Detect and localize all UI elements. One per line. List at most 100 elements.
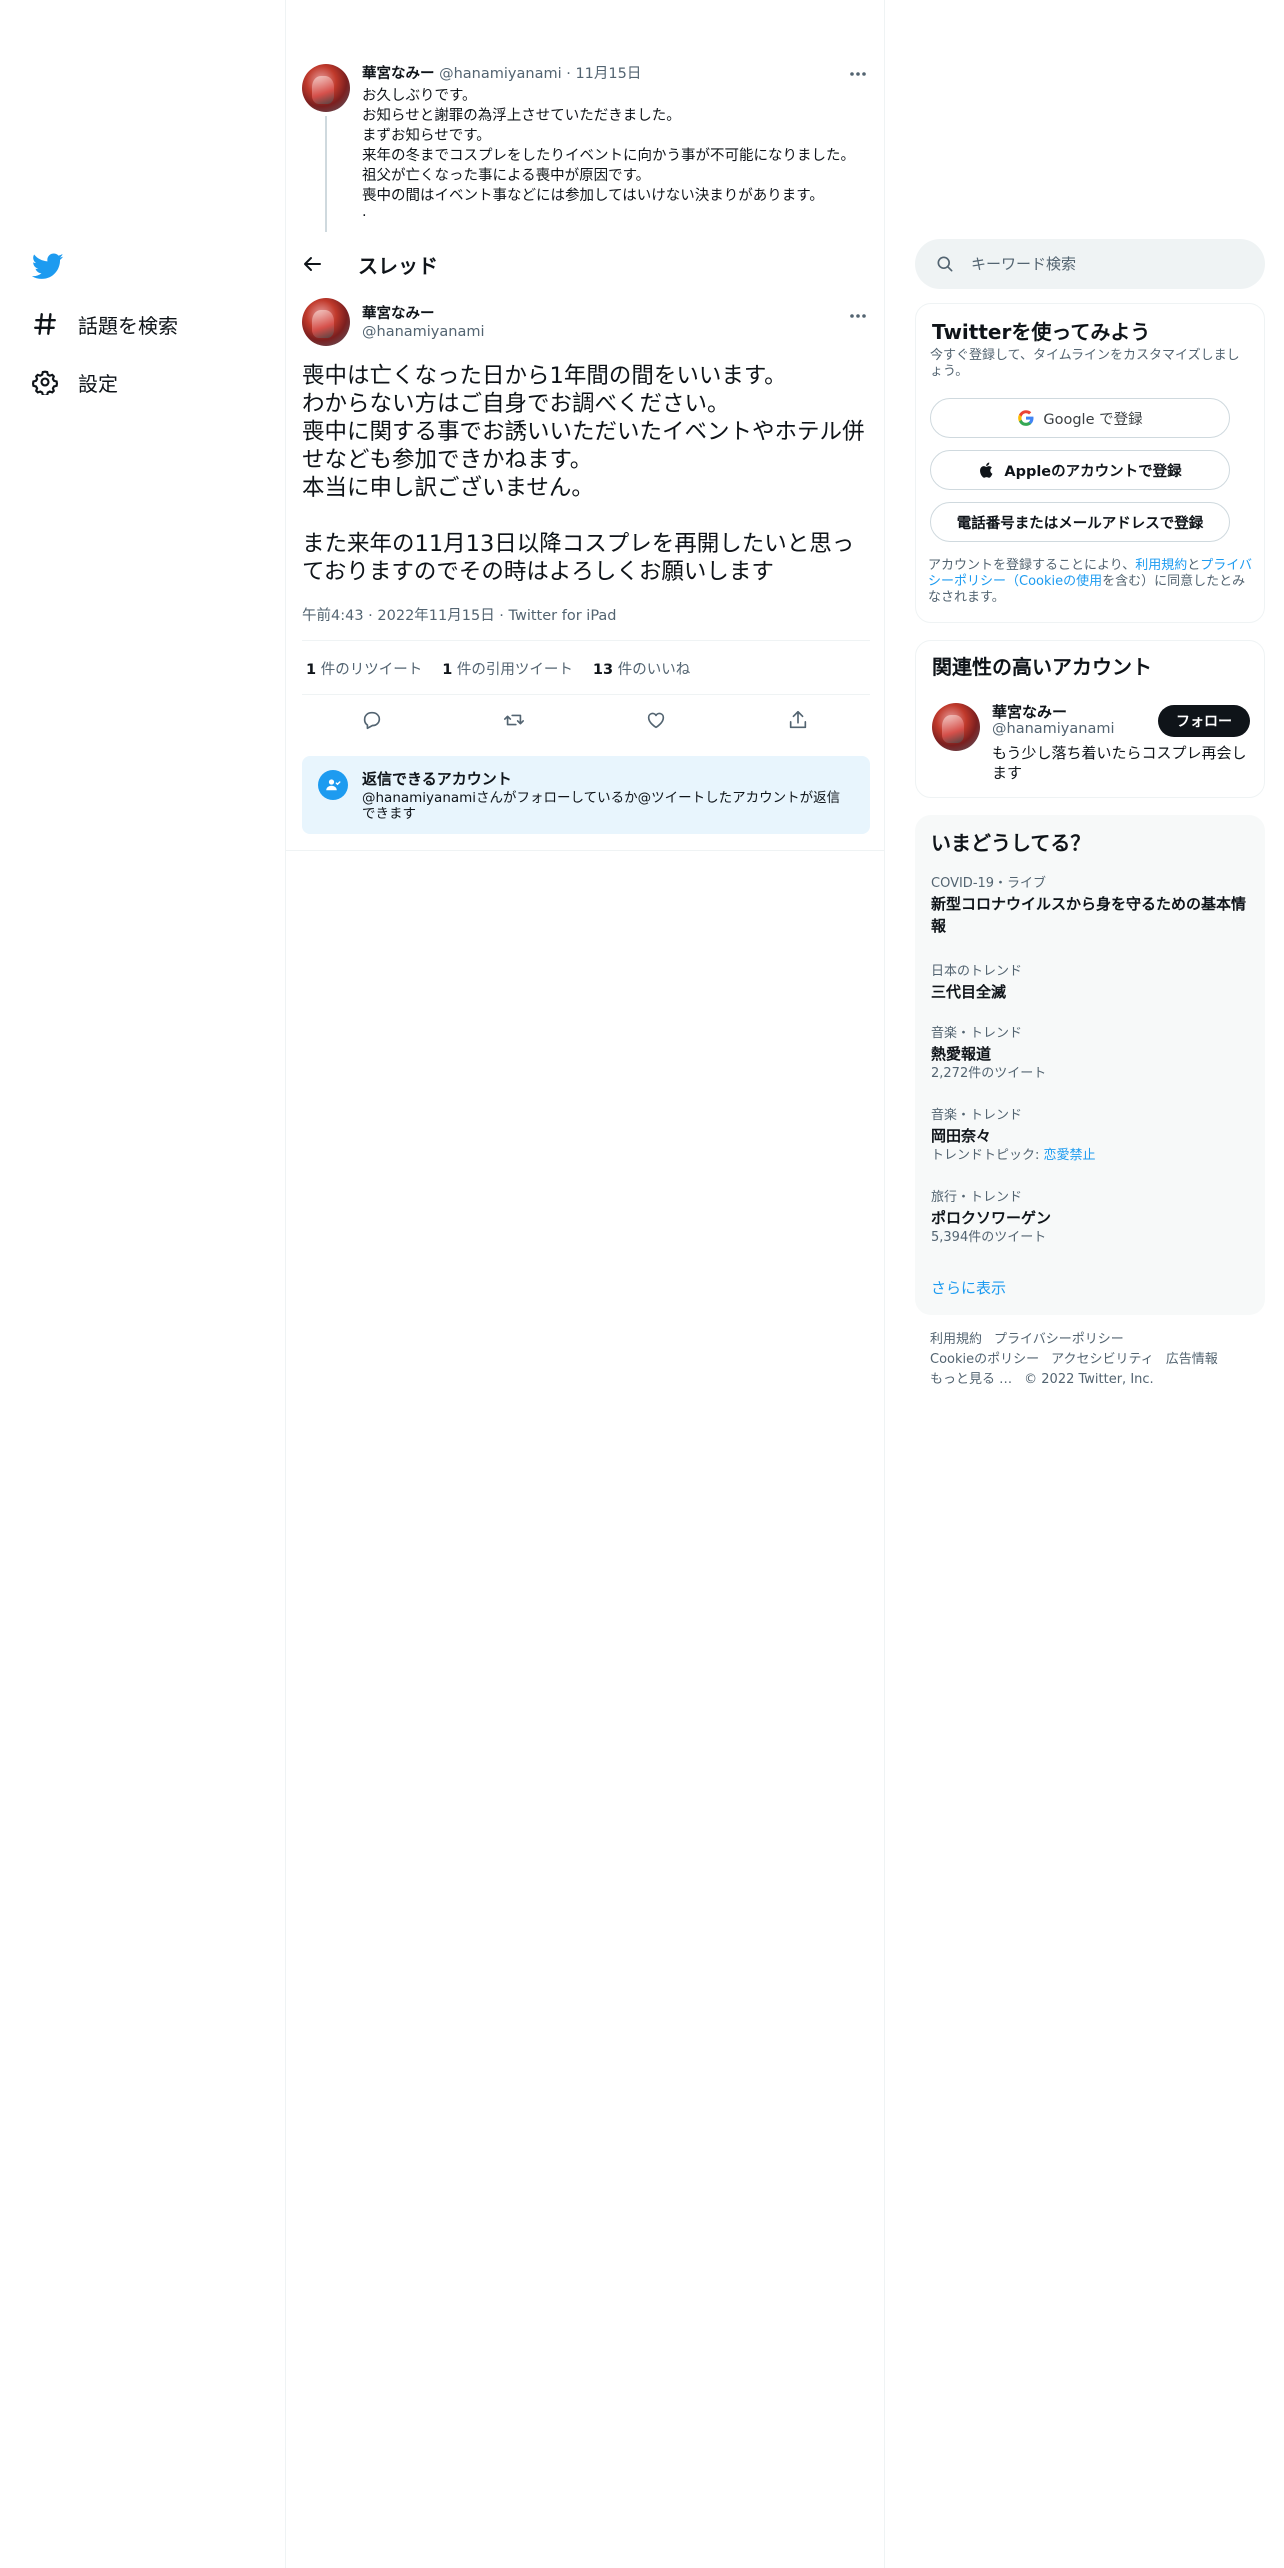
page-title: スレッド <box>358 254 438 278</box>
related-account-bio: もう少し落ち着いたらコスプレ再会します <box>992 744 1247 782</box>
separator: · <box>494 608 509 624</box>
trend-title: ポロクソワーゲン <box>931 1209 1052 1227</box>
search-input[interactable] <box>971 239 1251 289</box>
tweet-meta: 午前4:43 · 2022年11月15日 · Twitter for iPad <box>302 604 617 625</box>
trend-count: 5,394件のツイート <box>931 1230 1047 1245</box>
trend-item[interactable]: 音楽・トレンド 岡田奈々 トレンドトピック: 恋愛禁止 <box>931 1107 1251 1165</box>
trend-title: 岡田奈々 <box>931 1127 992 1145</box>
trend-topic: トレンドトピック: 恋愛禁止 <box>931 1148 1096 1163</box>
phone-email-signup-label: 電話番号またはメールアドレスで登録 <box>956 515 1204 532</box>
footer: 利用規約 プライバシーポリシー Cookieのポリシー アクセシビリティ 広告情報 も… <box>930 1330 1250 1390</box>
trend-context: 音楽・トレンド <box>931 1026 1023 1041</box>
tweet-date[interactable]: 2022年11月15日 <box>377 608 494 624</box>
more-options-icon[interactable] <box>848 66 868 82</box>
signup-title: Twitterを使ってみよう <box>932 320 1151 344</box>
footer-more-link[interactable]: もっと見る … <box>930 1372 1012 1387</box>
follow-button[interactable]: フォロー <box>1158 705 1250 737</box>
twitter-logo-icon[interactable] <box>31 250 64 282</box>
tweet-date[interactable]: 11月15日 <box>575 66 641 82</box>
reply-icon <box>363 711 381 730</box>
apple-signup-button[interactable]: Appleのアカウントで登録 <box>930 450 1230 490</box>
footer-privacy-link[interactable]: プライバシーポリシー <box>994 1332 1124 1347</box>
author-handle[interactable]: @hanamiyanami <box>439 66 562 82</box>
heart-icon <box>647 712 665 729</box>
author-handle[interactable]: @hanamiyanami <box>362 324 485 340</box>
reply-button[interactable] <box>358 706 386 734</box>
separator: · <box>561 66 576 82</box>
related-accounts-panel: 関連性の高いアカウント 華宮なみー @hanamiyanami フォロー もう少… <box>915 640 1265 798</box>
avatar[interactable] <box>932 703 980 751</box>
related-account-name[interactable]: 華宮なみー <box>992 701 1067 722</box>
trend-item[interactable]: COVID-19・ライブ 新型コロナウイルスから身を守るための基本情報 <box>931 875 1251 937</box>
google-signup-button[interactable]: Google で登録 <box>930 398 1230 438</box>
trend-item[interactable]: 音楽・トレンド 熱愛報道 2,272件のツイート <box>931 1025 1251 1083</box>
divider <box>286 850 884 851</box>
author-name[interactable]: 華宮なみー <box>362 302 435 323</box>
terms-link[interactable]: 利用規約 <box>1135 558 1187 573</box>
apple-signup-label: Appleのアカウントで登録 <box>1004 463 1182 480</box>
trends-panel: いまどうしてる？ COVID-19・ライブ 新型コロナウイルスから身を守るための… <box>915 815 1265 1315</box>
trend-context: 旅行・トレンド <box>931 1190 1023 1205</box>
google-signup-label: Google で登録 <box>1043 411 1143 428</box>
trend-title: 三代目全滅 <box>931 983 1007 1001</box>
phone-email-signup-button[interactable]: 電話番号またはメールアドレスで登録 <box>930 502 1230 542</box>
trend-title: 新型コロナウイルスから身を守るための基本情報 <box>931 895 1247 935</box>
more-options-icon[interactable] <box>848 308 868 324</box>
trend-topic-link[interactable]: 恋愛禁止 <box>1044 1148 1096 1163</box>
tweet-text: お久しぶりです。 お知らせと謝罪の為浮上させていただきました。 まずお知らせです… <box>362 88 855 224</box>
trend-title: 熱愛報道 <box>931 1045 992 1063</box>
retweets-stat[interactable]: 1 件のリツイート <box>306 658 422 679</box>
nav-explore-label: 話題を検索 <box>78 313 178 338</box>
avatar[interactable] <box>302 298 350 346</box>
reply-notice-title: 返信できるアカウント <box>362 770 512 788</box>
reply-notice-description: @hanamiyanamiさんがフォローしているか@ツイートしたアカウントが返信… <box>362 790 841 822</box>
tweet-source: Twitter for iPad <box>508 608 617 624</box>
related-account-handle[interactable]: @hanamiyanami <box>992 721 1115 737</box>
trend-context: COVID-19・ライブ <box>931 876 1047 891</box>
share-icon <box>789 710 807 729</box>
trend-context: 音楽・トレンド <box>931 1108 1023 1123</box>
footer-terms-link[interactable]: 利用規約 <box>930 1332 982 1347</box>
retweet-button[interactable] <box>500 706 528 734</box>
google-icon <box>1018 410 1034 426</box>
divider <box>302 640 870 641</box>
signup-terms: アカウントを登録することにより、利用規約とプライバシーポリシー（Cookieの使… <box>928 558 1253 605</box>
show-more-link[interactable]: さらに表示 <box>931 1277 1006 1298</box>
tweet-actions <box>302 702 870 738</box>
footer-accessibility-link[interactable]: アクセシビリティ <box>1051 1352 1154 1367</box>
gear-icon <box>32 370 58 395</box>
thread-header: スレッド <box>286 240 884 288</box>
parent-tweet[interactable]: 華宮なみー @hanamiyanami · 11月15日 お久しぶりです。 お知… <box>302 62 872 232</box>
nav-explore[interactable]: 話題を検索 <box>32 304 178 344</box>
signup-subtitle: 今すぐ登録して、タイムラインをカスタマイズしましょう。 <box>930 348 1240 379</box>
hashtag-icon <box>34 313 56 335</box>
tweet-stats: 1 件のリツイート 1 件の引用ツイート 13 件のいいね <box>306 658 690 679</box>
footer-cookie-link[interactable]: Cookieのポリシー <box>930 1352 1039 1367</box>
author-name[interactable]: 華宮なみー <box>362 66 435 82</box>
likes-stat[interactable]: 13 件のいいね <box>593 658 690 679</box>
tweet-time[interactable]: 午前4:43 <box>302 608 364 624</box>
share-button[interactable] <box>784 706 812 734</box>
trend-item[interactable]: 日本のトレンド 三代目全滅 <box>931 963 1251 1003</box>
footer-ads-link[interactable]: 広告情報 <box>1166 1352 1218 1367</box>
footer-copyright: © 2022 Twitter, Inc. <box>1024 1372 1154 1387</box>
apple-icon <box>980 462 993 478</box>
quotes-stat[interactable]: 1 件の引用ツイート <box>442 658 573 679</box>
cookie-link[interactable]: Cookieの使用 <box>1019 574 1102 589</box>
nav-settings[interactable]: 設定 <box>32 362 118 402</box>
trend-count: 2,272件のツイート <box>931 1066 1047 1081</box>
like-button[interactable] <box>642 706 670 734</box>
trends-title: いまどうしてる？ <box>931 831 1091 855</box>
divider <box>302 694 870 695</box>
thread-connector-line <box>325 116 327 232</box>
separator: · <box>363 608 378 624</box>
trend-item[interactable]: 旅行・トレンド ポロクソワーゲン 5,394件のツイート <box>931 1189 1251 1247</box>
retweet-icon <box>504 714 524 726</box>
reply-restriction-notice: 返信できるアカウント @hanamiyanamiさんがフォローしているか@ツイー… <box>302 756 870 834</box>
search-icon <box>937 256 953 272</box>
avatar[interactable] <box>302 64 350 112</box>
related-title: 関連性の高いアカウント <box>932 655 1152 679</box>
search-box[interactable] <box>915 239 1265 289</box>
back-arrow-icon[interactable] <box>300 252 324 276</box>
tweet-text: 喪中は亡くなった日から1年間の間をいいます。 わからない方はご自身でお調べくださ… <box>302 363 865 585</box>
